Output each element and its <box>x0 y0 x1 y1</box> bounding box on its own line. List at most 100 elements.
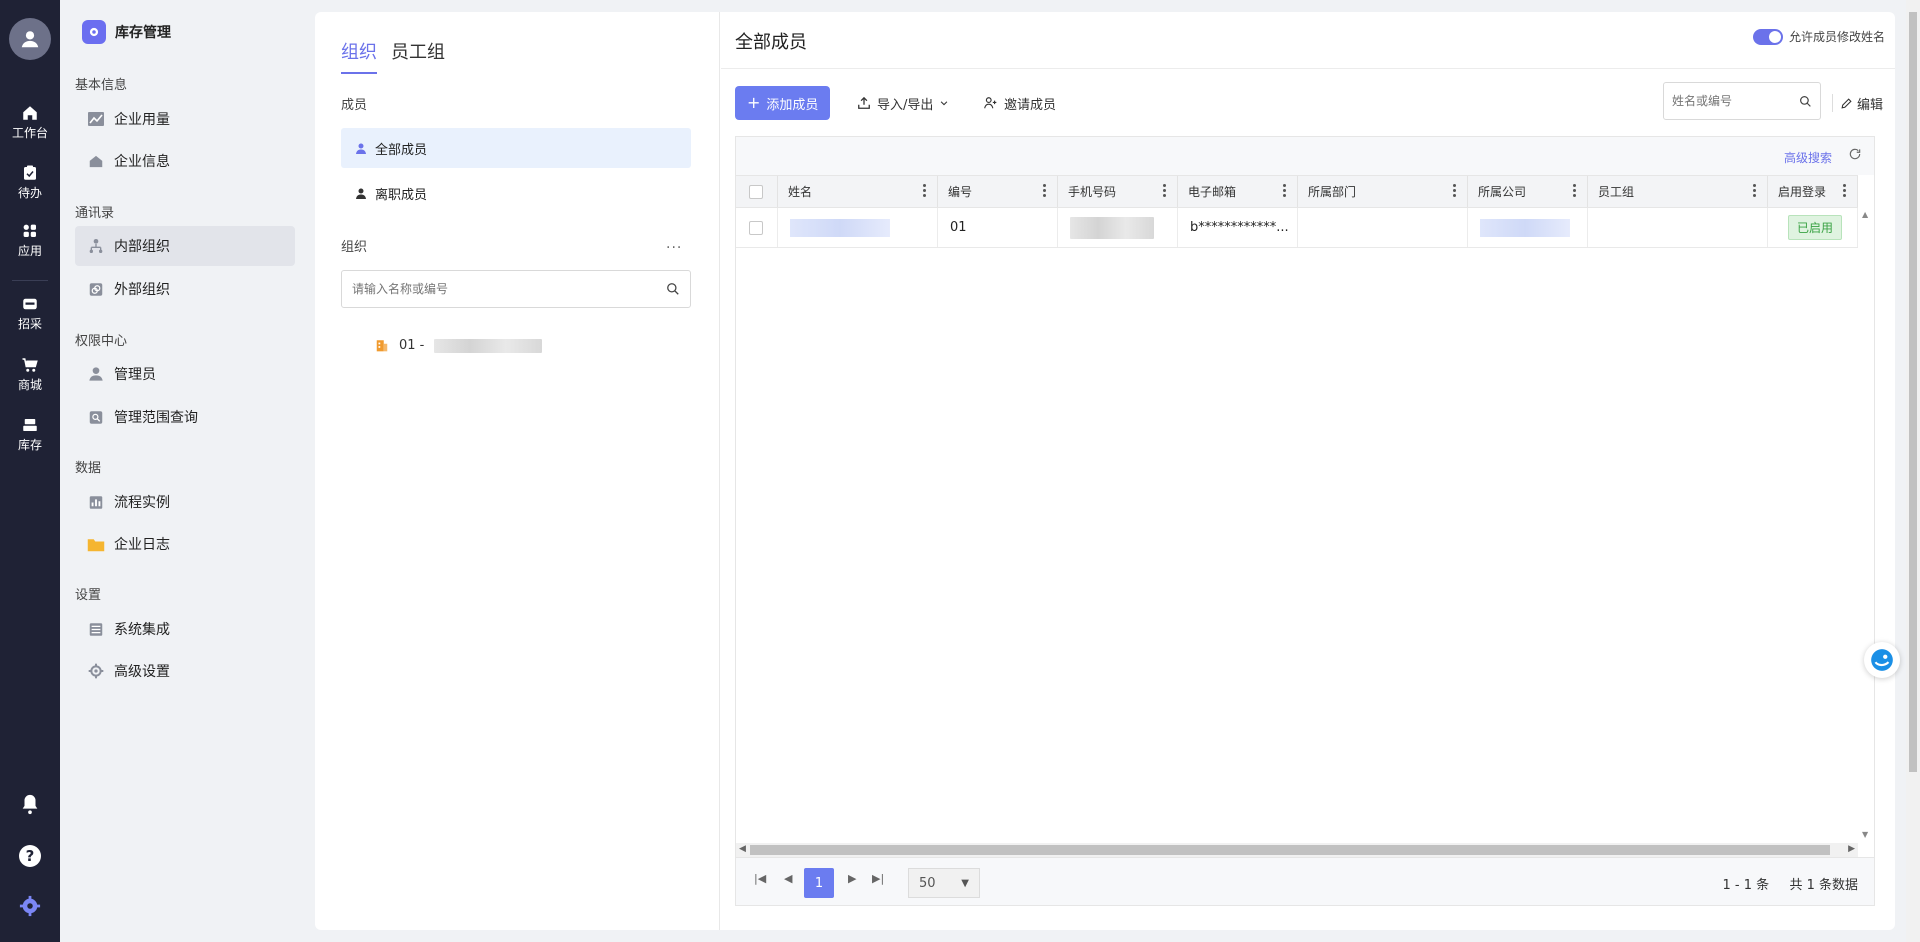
rail-item-todo[interactable]: 待办 <box>0 164 60 201</box>
member-search-input[interactable] <box>1672 94 1792 108</box>
caret-down-icon: ▼ <box>961 877 969 889</box>
integration-icon <box>87 620 105 638</box>
nav-item-scope-query[interactable]: 管理范围查询 <box>75 397 295 437</box>
nav-section-title: 数据 <box>75 461 102 476</box>
rail-item-mall[interactable]: 商城 <box>0 356 60 393</box>
vertical-scrollbar[interactable]: ▲ ▼ <box>1858 208 1874 841</box>
current-page[interactable]: 1 <box>804 868 834 898</box>
notification-button[interactable] <box>0 792 60 816</box>
settings-button[interactable] <box>0 895 60 917</box>
invite-member-button[interactable]: 邀请成员 <box>983 86 1056 120</box>
column-header-phone[interactable]: 手机号码 <box>1058 176 1178 207</box>
prev-page-icon[interactable]: ◀ <box>784 872 792 885</box>
nav-item-label: 流程实例 <box>114 495 170 511</box>
nav-item-external-org[interactable]: 外部组织 <box>75 269 295 309</box>
last-page-icon[interactable]: ▶| <box>872 872 884 885</box>
cell-text: 01 <box>950 220 967 235</box>
edit-button[interactable]: 编辑 <box>1840 86 1883 120</box>
nav-item-admin[interactable]: 管理员 <box>75 354 295 394</box>
content-panel: 组织 员工组 成员 全部成员 离职成员 组织 ··· 01 - 全部成员 允许成… <box>315 12 1895 930</box>
column-header-email[interactable]: 电子邮箱 <box>1178 176 1298 207</box>
rail-item-inventory[interactable]: 库存 <box>0 416 60 453</box>
rail-item-label: 商城 <box>17 378 42 392</box>
nav-section-title: 基本信息 <box>75 78 128 93</box>
help-button[interactable]: ? <box>0 844 60 868</box>
search-icon[interactable] <box>1799 95 1812 108</box>
column-menu-icon[interactable] <box>1163 184 1167 199</box>
rail-divider <box>12 280 48 281</box>
tab-organization[interactable]: 组织 <box>341 38 377 74</box>
assistant-float-button[interactable] <box>1864 642 1900 678</box>
page-scrollbar-thumb[interactable] <box>1909 12 1917 772</box>
nav-item-company-info[interactable]: 企业信息 <box>75 141 295 181</box>
column-menu-icon[interactable] <box>1843 184 1847 199</box>
gear-icon <box>87 662 105 680</box>
org-section-title: 组织 <box>341 240 368 255</box>
cell-name[interactable] <box>778 208 938 247</box>
member-item-resigned[interactable]: 离职成员 <box>341 173 691 213</box>
row-select-cell <box>736 208 778 247</box>
table-header: 姓名 编号 手机号码 电子邮箱 所属部门 所属公司 员工组 启用登录 <box>736 175 1858 208</box>
nav-item-process-instance[interactable]: 流程实例 <box>75 482 295 522</box>
member-search-field[interactable] <box>1663 82 1821 120</box>
scroll-right-icon[interactable]: ▶ <box>1848 844 1855 854</box>
column-menu-icon[interactable] <box>923 184 927 199</box>
tab-employee-group[interactable]: 员工组 <box>391 38 445 74</box>
column-header-code[interactable]: 编号 <box>938 176 1058 207</box>
nav-section-title: 通讯录 <box>75 206 115 221</box>
column-header-login-enabled[interactable]: 启用登录 <box>1768 176 1858 207</box>
cart-icon <box>22 358 38 372</box>
scroll-up-icon[interactable]: ▲ <box>1862 210 1868 219</box>
horizontal-scrollbar[interactable]: ◀ ▶ <box>736 843 1858 857</box>
app-rail: 工作台 待办 应用 招采 商城 库存 ? <box>0 0 60 942</box>
redacted-text <box>434 338 543 353</box>
first-page-icon[interactable]: |◀ <box>754 872 766 885</box>
rail-item-apps[interactable]: 应用 <box>0 222 60 259</box>
nav-item-internal-org[interactable]: 内部组织 <box>75 226 295 266</box>
advanced-search-link[interactable]: 高级搜索 <box>1784 149 1832 166</box>
column-menu-icon[interactable] <box>1043 184 1047 199</box>
select-all-checkbox[interactable] <box>749 184 763 199</box>
nav-item-system-integration[interactable]: 系统集成 <box>75 609 295 649</box>
column-header-name[interactable]: 姓名 <box>778 176 938 207</box>
members-toolbar: + 添加成员 导入/导出 邀请成员 编辑 <box>735 82 1885 122</box>
org-search-field[interactable] <box>341 270 691 308</box>
search-icon[interactable] <box>666 282 680 296</box>
org-search-input[interactable] <box>352 282 652 296</box>
rail-item-label: 工作台 <box>11 126 48 140</box>
scroll-left-icon[interactable]: ◀ <box>739 844 746 854</box>
column-menu-icon[interactable] <box>1453 184 1457 199</box>
column-header-department[interactable]: 所属部门 <box>1298 176 1468 207</box>
more-options-icon[interactable]: ··· <box>666 240 682 256</box>
cell-email: b************... <box>1178 208 1298 247</box>
nav-item-advanced-settings[interactable]: 高级设置 <box>75 651 295 691</box>
column-menu-icon[interactable] <box>1283 184 1287 199</box>
add-member-button[interactable]: + 添加成员 <box>735 86 831 120</box>
column-header-company[interactable]: 所属公司 <box>1468 176 1588 207</box>
rail-item-workbench[interactable]: 工作台 <box>0 104 60 141</box>
rail-item-procurement[interactable]: 招采 <box>0 295 60 332</box>
next-page-icon[interactable]: ▶ <box>848 872 856 885</box>
import-export-dropdown[interactable]: 导入/导出 <box>857 86 949 120</box>
scrollbar-thumb[interactable] <box>750 845 1830 855</box>
page-scrollbar[interactable] <box>1906 0 1920 942</box>
org-tree-root[interactable]: 01 - <box>375 338 543 353</box>
user-avatar[interactable] <box>9 18 51 60</box>
allow-rename-toggle[interactable] <box>1752 28 1783 45</box>
column-label: 所属部门 <box>1308 185 1357 199</box>
nav-item-usage[interactable]: 企业用量 <box>75 99 295 139</box>
admin-sidebar: 库存管理 基本信息 企业用量 企业信息 通讯录 内部组织 外部组织 权限中心 管… <box>60 0 305 942</box>
pencil-icon <box>1841 97 1852 109</box>
nav-item-company-log[interactable]: 企业日志 <box>75 524 295 564</box>
page-size-select[interactable]: 50 ▼ <box>908 868 980 898</box>
member-item-all[interactable]: 全部成员 <box>341 128 691 168</box>
row-checkbox[interactable] <box>749 220 763 235</box>
nav-item-label: 管理范围查询 <box>114 410 198 426</box>
refresh-icon[interactable] <box>1848 147 1862 161</box>
column-menu-icon[interactable] <box>1753 184 1757 199</box>
column-menu-icon[interactable] <box>1573 184 1577 199</box>
scroll-down-icon[interactable]: ▼ <box>1862 830 1868 839</box>
page-title: 全部成员 <box>735 32 807 53</box>
table-row[interactable]: 01 b************... 已启用 <box>736 208 1858 248</box>
column-header-employee-group[interactable]: 员工组 <box>1588 176 1768 207</box>
